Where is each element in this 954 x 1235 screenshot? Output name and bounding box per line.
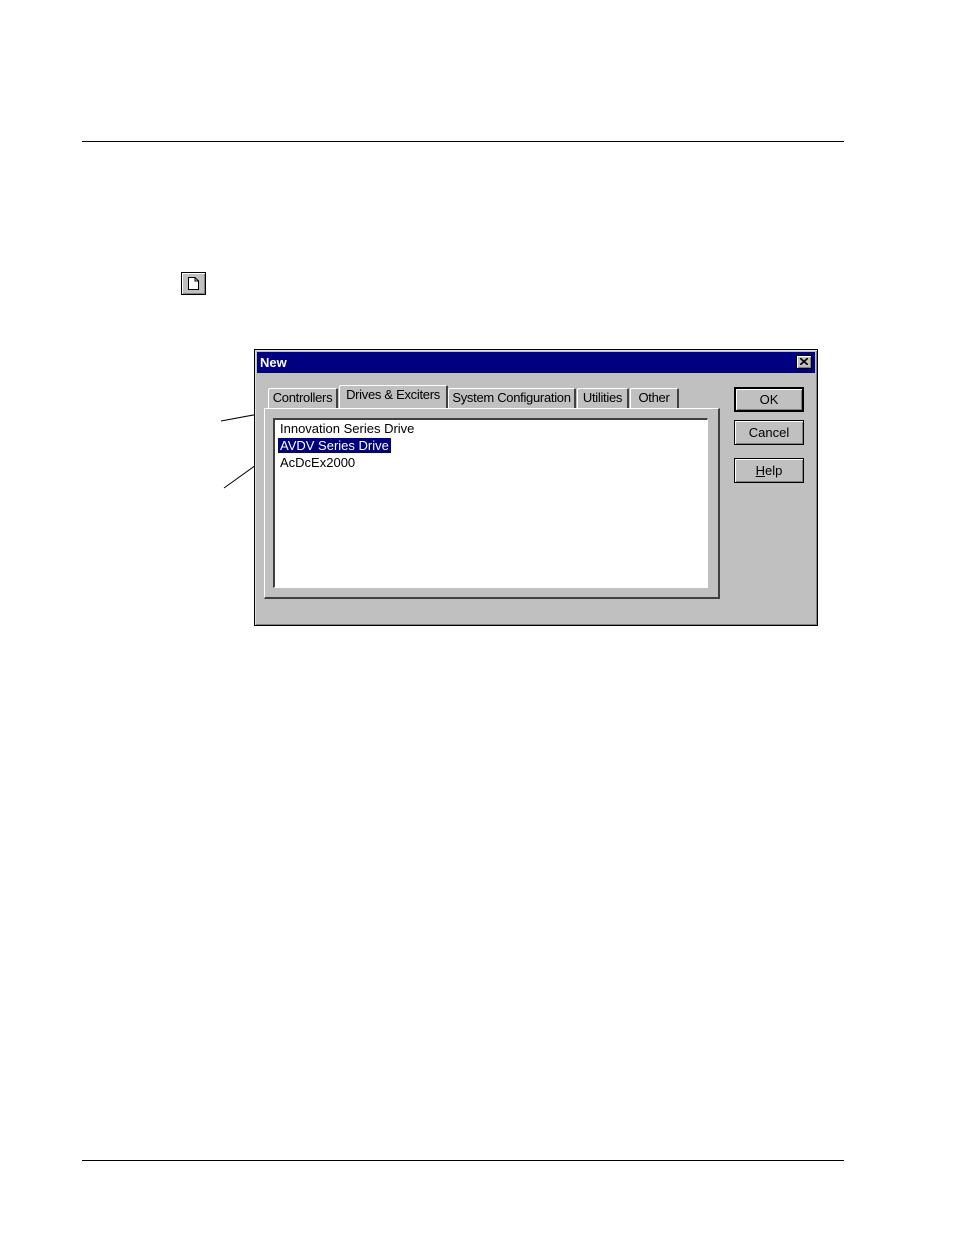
tab-label: Controllers (272, 390, 333, 405)
tab-controllers[interactable]: Controllers (268, 388, 338, 408)
tab-label: Other (638, 390, 670, 405)
ok-button[interactable]: OK (734, 387, 804, 412)
new-document-icon (188, 277, 199, 290)
close-icon (800, 358, 808, 365)
tab-label: Drives & Exciters (346, 387, 440, 402)
dialog-title: New (260, 355, 287, 370)
cancel-button[interactable]: Cancel (734, 420, 804, 445)
drive-type-list[interactable]: Innovation Series Drive AVDV Series Driv… (273, 418, 708, 588)
help-accelerator: H (755, 463, 766, 478)
tab-label: System Configuration (452, 390, 571, 405)
new-document-button[interactable] (181, 272, 206, 295)
new-dialog: New Controllers Drives & Exciters System… (254, 349, 818, 626)
close-button[interactable] (796, 355, 812, 369)
tab-label: Utilities (582, 390, 623, 405)
dialog-titlebar: New (257, 352, 815, 373)
list-item-selected[interactable]: AVDV Series Drive (277, 437, 392, 454)
list-item[interactable]: Innovation Series Drive (278, 421, 416, 436)
tab-utilities[interactable]: Utilities (577, 388, 629, 408)
header-rule (82, 141, 844, 142)
tab-system-configuration[interactable]: System Configuration (448, 388, 576, 408)
tab-other[interactable]: Other (630, 388, 679, 408)
help-button[interactable]: Help (734, 458, 804, 483)
footer-rule (82, 1160, 844, 1161)
help-label-rest: elp (765, 463, 783, 478)
list-item[interactable]: AcDcEx2000 (278, 455, 357, 470)
tab-drives-exciters[interactable]: Drives & Exciters (339, 385, 448, 408)
tab-panel: Innovation Series Drive AVDV Series Driv… (264, 408, 720, 599)
